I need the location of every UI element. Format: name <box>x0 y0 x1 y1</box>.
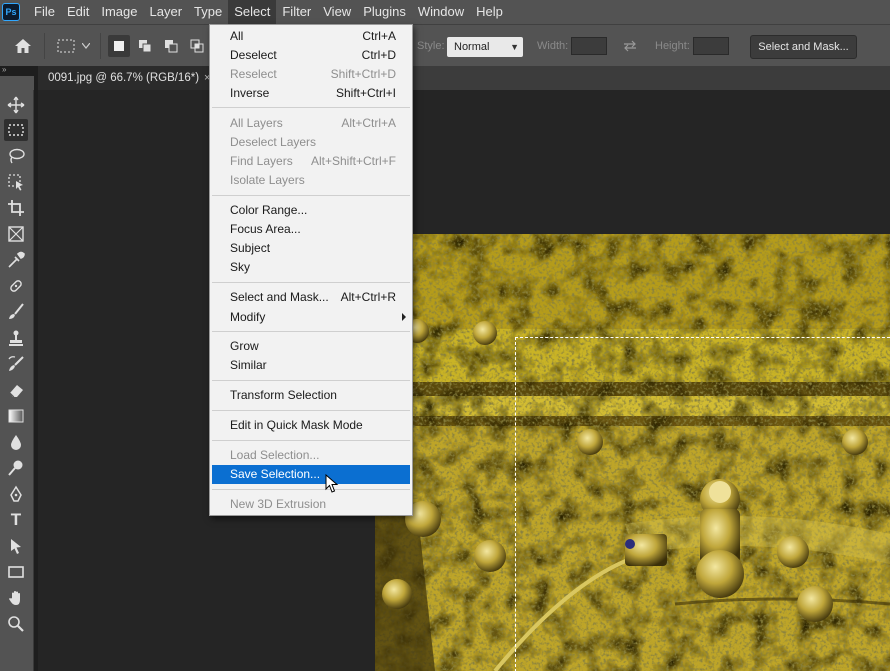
menu-item-all-layers[interactable]: All Layers Alt+Ctrl+A <box>212 114 410 133</box>
height-field[interactable] <box>693 37 729 55</box>
toolbar-header <box>0 76 34 90</box>
menu-item-isolate-layers[interactable]: Isolate Layers <box>212 171 410 190</box>
lasso-tool-icon[interactable] <box>4 145 28 167</box>
subtract-from-selection-icon[interactable] <box>160 35 182 57</box>
home-icon[interactable] <box>12 36 34 56</box>
gradient-tool-icon[interactable] <box>4 405 28 427</box>
menu-item-grow[interactable]: Grow <box>212 337 410 356</box>
toolbar: T <box>0 90 34 671</box>
rectangular-marquee-tool-icon[interactable] <box>4 119 28 141</box>
photoshop-logo: Ps <box>2 3 20 21</box>
menu-plugins[interactable]: Plugins <box>357 0 412 24</box>
menu-item-transform-selection[interactable]: Transform Selection <box>212 386 410 405</box>
menu-item-find-layers[interactable]: Find Layers Alt+Shift+Ctrl+F <box>212 152 410 171</box>
dodge-tool-icon[interactable] <box>4 457 28 479</box>
menu-item-modify[interactable]: Modify <box>212 308 410 327</box>
menu-view[interactable]: View <box>317 0 357 24</box>
style-value: Normal <box>454 41 490 53</box>
menu-edit[interactable]: Edit <box>61 0 95 24</box>
menu-window[interactable]: Window <box>412 0 470 24</box>
eraser-tool-icon[interactable] <box>4 379 28 401</box>
mouse-cursor-icon <box>325 473 339 494</box>
menu-separator <box>212 282 410 283</box>
select-menu-dropdown: All Ctrl+A Deselect Ctrl+D Reselect Shift+C… <box>209 24 413 516</box>
menu-item-subject[interactable]: Subject <box>212 239 410 258</box>
menu-separator <box>212 489 410 490</box>
document-tab-bar: 0091.jpg @ 66.7% (RGB/16*) × <box>38 66 890 90</box>
width-field[interactable] <box>571 37 607 55</box>
selection-marquee <box>515 337 890 671</box>
clone-stamp-tool-icon[interactable] <box>4 327 28 349</box>
width-label: Width: <box>537 40 569 52</box>
spot-healing-brush-tool-icon[interactable] <box>4 275 28 297</box>
brush-tool-icon[interactable] <box>4 301 28 323</box>
menu-item-save-selection[interactable]: Save Selection... <box>212 465 410 484</box>
submenu-arrow-icon <box>402 313 406 321</box>
add-to-selection-icon[interactable] <box>134 35 156 57</box>
object-selection-tool-icon[interactable] <box>4 171 28 193</box>
menu-separator <box>212 380 410 381</box>
pen-tool-icon[interactable] <box>4 483 28 505</box>
menu-select[interactable]: Select <box>228 0 277 24</box>
menu-bar: Ps File Edit Image Layer Type Select Fil… <box>0 0 890 24</box>
menu-image[interactable]: Image <box>95 0 143 24</box>
menu-layer[interactable]: Layer <box>144 0 189 24</box>
rectangle-tool-icon[interactable] <box>4 561 28 583</box>
menu-separator <box>212 195 410 196</box>
menu-item-select-and-mask[interactable]: Select and Mask... Alt+Ctrl+R <box>212 288 410 307</box>
menu-item-deselect[interactable]: Deselect Ctrl+D <box>212 46 410 65</box>
blur-tool-icon[interactable] <box>4 431 28 453</box>
menu-item-load-selection[interactable]: Load Selection... <box>212 446 410 465</box>
intersect-selection-icon[interactable] <box>186 35 208 57</box>
menu-item-similar[interactable]: Similar <box>212 356 410 375</box>
path-selection-tool-icon[interactable] <box>4 535 28 557</box>
height-label: Height: <box>655 40 690 52</box>
new-selection-icon[interactable] <box>108 35 130 57</box>
history-brush-tool-icon[interactable] <box>4 353 28 375</box>
options-bar: Style: Normal ▼ Width: Height: Select an… <box>0 24 890 66</box>
divider <box>44 33 45 59</box>
move-tool-icon[interactable] <box>4 94 28 116</box>
marquee-preset-icon[interactable] <box>55 36 77 56</box>
style-label: Style: <box>417 40 445 52</box>
menu-filter[interactable]: Filter <box>276 0 317 24</box>
menu-item-reselect[interactable]: Reselect Shift+Ctrl+D <box>212 65 410 84</box>
hand-tool-icon[interactable] <box>4 587 28 609</box>
menu-item-sky[interactable]: Sky <box>212 258 410 277</box>
menu-file[interactable]: File <box>28 0 61 24</box>
menu-item-new-3d-extrusion[interactable]: New 3D Extrusion <box>212 495 410 514</box>
menu-separator <box>212 331 410 332</box>
divider <box>100 33 101 59</box>
select-and-mask-button[interactable]: Select and Mask... <box>750 35 857 59</box>
menu-item-deselect-layers[interactable]: Deselect Layers <box>212 133 410 152</box>
chevron-down-icon: ▼ <box>510 42 519 52</box>
menu-item-focus-area[interactable]: Focus Area... <box>212 220 410 239</box>
menu-item-all[interactable]: All Ctrl+A <box>212 27 410 46</box>
menu-item-edit-in-quick-mask-mode[interactable]: Edit in Quick Mask Mode <box>212 416 410 435</box>
zoom-tool-icon[interactable] <box>4 613 28 635</box>
collapse-toolbar-icon[interactable]: » <box>0 66 34 76</box>
type-tool-icon[interactable]: T <box>4 509 28 531</box>
style-select[interactable]: Normal ▼ <box>447 37 523 57</box>
menu-help[interactable]: Help <box>470 0 509 24</box>
eyedropper-tool-icon[interactable] <box>4 249 28 271</box>
document-tab[interactable]: 0091.jpg @ 66.7% (RGB/16*) <box>38 66 210 90</box>
frame-tool-icon[interactable] <box>4 223 28 245</box>
chevron-down-icon[interactable] <box>80 37 92 55</box>
menu-separator <box>212 107 410 108</box>
crop-tool-icon[interactable] <box>4 197 28 219</box>
swap-width-height-icon[interactable] <box>620 37 640 55</box>
menu-item-inverse[interactable]: Inverse Shift+Ctrl+I <box>212 84 410 103</box>
menu-separator <box>212 440 410 441</box>
menu-separator <box>212 410 410 411</box>
menu-type[interactable]: Type <box>188 0 228 24</box>
menu-item-color-range[interactable]: Color Range... <box>212 201 410 220</box>
